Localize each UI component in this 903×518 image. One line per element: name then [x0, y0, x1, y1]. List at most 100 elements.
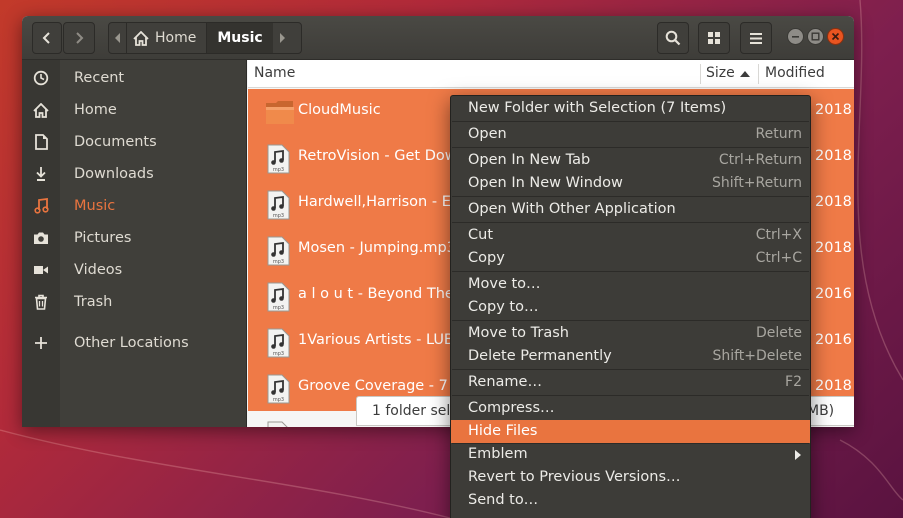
svg-text:mp3: mp3	[273, 351, 284, 357]
file-modified: 2018	[815, 194, 852, 210]
menu-item-shortcut: Shift+Delete	[712, 348, 802, 364]
menu-item-shortcut: Ctrl+Return	[718, 152, 802, 168]
sidebar-item-music[interactable]: Music	[22, 191, 247, 221]
menu-item-label: Move to Trash	[468, 325, 569, 341]
status-size: MB)	[807, 403, 835, 419]
sidebar-item-label: Home	[74, 102, 117, 118]
sidebar: Recent Home Documents Downloads Music Pi…	[22, 60, 247, 427]
file-modified: 2016	[815, 286, 852, 302]
maximize-button[interactable]	[807, 28, 824, 45]
back-button[interactable]	[32, 22, 62, 54]
path-scroll-left[interactable]	[109, 23, 127, 53]
menu-item-label: Open In New Tab	[468, 152, 591, 168]
audio-file-icon: mp3	[267, 282, 290, 312]
path-scroll-right[interactable]	[273, 23, 291, 53]
sidebar-item-label: Pictures	[74, 230, 132, 246]
sidebar-item-downloads[interactable]: Downloads	[22, 159, 247, 189]
sidebar-item-pictures[interactable]: Pictures	[22, 223, 247, 253]
sidebar-item-label: Music	[74, 198, 116, 214]
menu-item-move-to-trash[interactable]: Move to Trash Delete	[451, 322, 810, 345]
menu-item-open[interactable]: Open Return	[451, 123, 810, 146]
sidebar-item-videos[interactable]: Videos	[22, 255, 247, 285]
sidebar-item-home[interactable]: Home	[22, 95, 247, 125]
file-name: RetroVision - Get Down	[298, 148, 466, 164]
sort-ascending-icon	[740, 71, 750, 77]
path-home-button[interactable]: Home	[127, 23, 208, 53]
menu-item-open-in-new-tab[interactable]: Open In New Tab Ctrl+Return	[451, 149, 810, 172]
menu-item-label: Cut	[468, 227, 493, 243]
menu-item-revert-to-previous-versions[interactable]: Revert to Previous Versions…	[451, 466, 810, 489]
forward-button[interactable]	[63, 22, 95, 54]
app-menu-button[interactable]	[740, 22, 772, 54]
menu-item-label: Copy	[468, 250, 505, 266]
menu-item-emblem[interactable]: Emblem	[451, 443, 810, 466]
column-modified[interactable]: Modified	[765, 65, 825, 81]
menu-item-label: Send to…	[468, 492, 539, 508]
menu-item-copy[interactable]: Copy Ctrl+C	[451, 247, 810, 270]
menu-item-move-to[interactable]: Move to…	[451, 273, 810, 296]
svg-text:mp3: mp3	[273, 213, 284, 219]
chevron-right-icon	[279, 33, 285, 43]
minimize-button[interactable]	[787, 28, 804, 45]
audio-file-icon: mp3	[267, 236, 290, 266]
menu-separator	[452, 196, 809, 197]
audio-file-icon: mp3	[267, 374, 290, 404]
camera-icon	[34, 232, 48, 244]
column-separator	[758, 64, 759, 84]
menu-separator	[452, 271, 809, 272]
home-icon	[33, 102, 49, 118]
forward-icon	[76, 32, 84, 44]
menu-item-label: Copy to…	[468, 299, 539, 315]
path-current-button[interactable]: Music	[207, 23, 273, 53]
menu-item-send-to[interactable]: Send to…	[451, 489, 810, 512]
sidebar-item-documents[interactable]: Documents	[22, 127, 247, 157]
sidebar-item-other-locations[interactable]: Other Locations	[22, 328, 247, 358]
file-modified: 2018	[815, 148, 852, 164]
menu-item-label: Emblem	[468, 446, 528, 462]
menu-separator	[452, 147, 809, 148]
menu-item-hide-files[interactable]: Hide Files	[451, 420, 810, 443]
back-icon	[42, 32, 50, 44]
menu-item-shortcut: Return	[755, 126, 802, 142]
music-icon	[33, 198, 49, 214]
close-button[interactable]	[827, 28, 844, 45]
menu-separator	[452, 121, 809, 122]
menu-item-open-in-new-window[interactable]: Open In New Window Shift+Return	[451, 172, 810, 195]
menu-item-label: Hide Files	[468, 423, 538, 439]
svg-text:mp3: mp3	[273, 305, 284, 311]
column-size[interactable]: Size	[706, 65, 735, 81]
menu-separator	[452, 222, 809, 223]
view-toggle-button[interactable]	[698, 22, 730, 54]
menu-item-new-folder-with-selection[interactable]: New Folder with Selection (7 Items)	[451, 97, 810, 120]
menu-item-label: Rename…	[468, 374, 542, 390]
menu-item-shortcut: Shift+Return	[711, 175, 802, 191]
header-bar: Home Music	[22, 16, 854, 60]
audio-file-icon: mp3	[267, 190, 290, 220]
menu-item-delete-permanently[interactable]: Delete Permanently Shift+Delete	[451, 345, 810, 368]
menu-item-shortcut: Ctrl+C	[755, 250, 802, 266]
menu-item-cut[interactable]: Cut Ctrl+X	[451, 224, 810, 247]
document-icon	[34, 134, 48, 150]
menu-item-label: Move to…	[468, 276, 541, 292]
menu-item-compress[interactable]: Compress…	[451, 397, 810, 420]
download-icon	[36, 167, 46, 181]
sidebar-item-recent[interactable]: Recent	[22, 63, 247, 93]
column-separator	[700, 64, 701, 84]
menu-item-label: Revert to Previous Versions…	[468, 469, 681, 485]
menu-item-rename[interactable]: Rename… F2	[451, 371, 810, 394]
menu-separator	[452, 369, 809, 370]
menu-item-label: Open With Other Application	[468, 201, 676, 217]
path-current-label: Music	[217, 30, 263, 46]
search-button[interactable]	[657, 22, 689, 54]
home-icon	[133, 30, 149, 46]
sidebar-item-label: Videos	[74, 262, 123, 278]
menu-separator	[452, 395, 809, 396]
sidebar-item-trash[interactable]: Trash	[22, 287, 247, 317]
column-name[interactable]: Name	[254, 65, 295, 81]
menu-item-open-with-other-application[interactable]: Open With Other Application	[451, 198, 810, 221]
path-home-label: Home	[155, 30, 197, 46]
sidebar-item-label: Downloads	[74, 166, 154, 182]
file-modified: 2018	[815, 378, 852, 394]
file-modified: 2018	[815, 102, 852, 118]
menu-item-copy-to[interactable]: Copy to…	[451, 296, 810, 319]
